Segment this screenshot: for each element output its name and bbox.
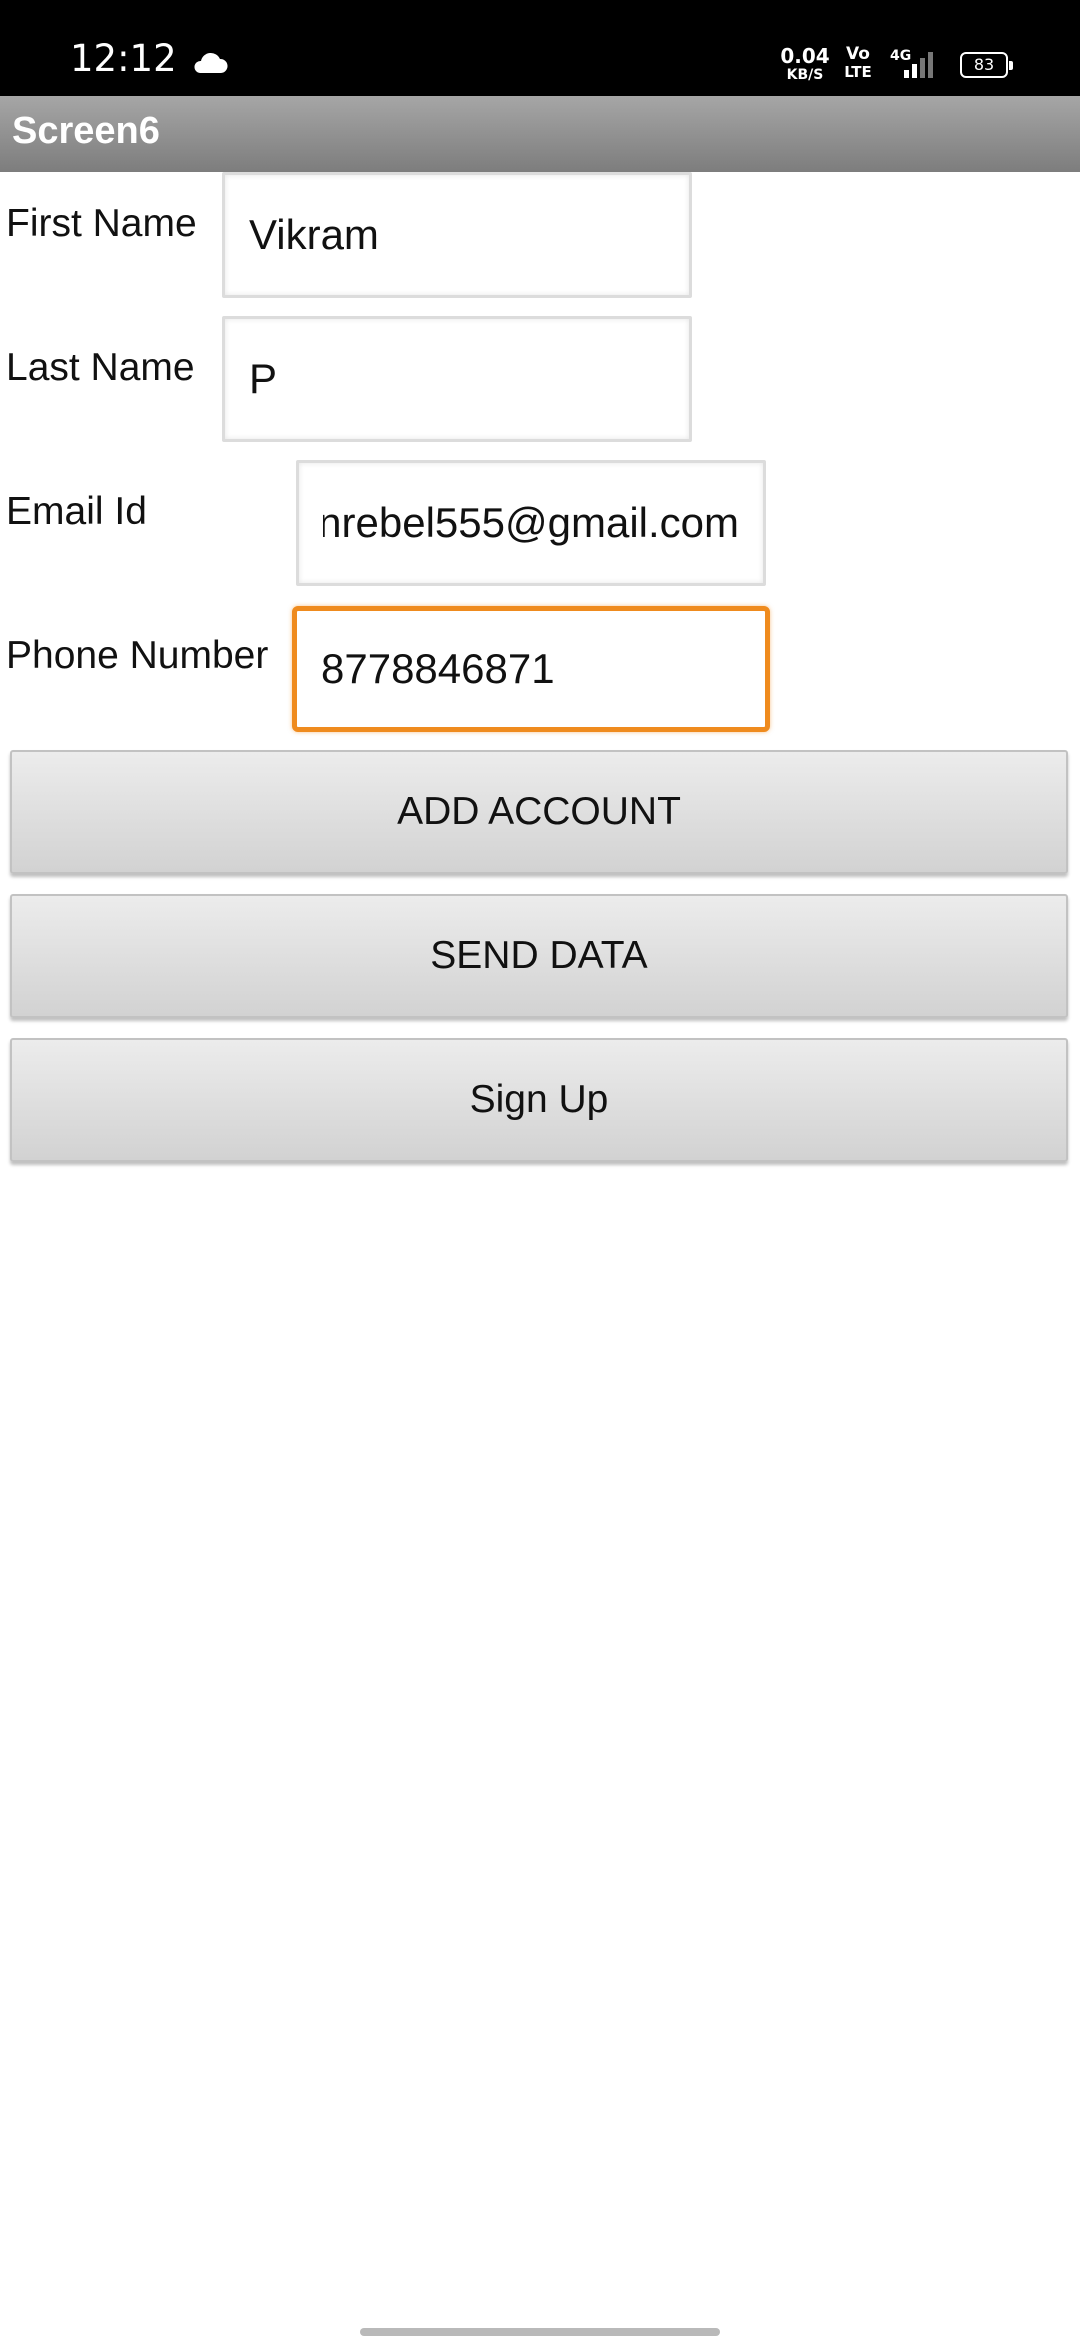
screen-root: 12:12 0.04 KB/S Vo LTE 4G 83 Screen6 Fir… — [0, 0, 1080, 2340]
phone-number-input[interactable] — [297, 611, 765, 727]
battery-icon: 83 — [960, 52, 1013, 78]
screen-title: Screen6 — [12, 110, 160, 152]
cloud-icon — [194, 52, 228, 73]
send-data-button[interactable]: SEND DATA — [10, 894, 1068, 1018]
first-name-input[interactable] — [225, 175, 689, 295]
phone-number-label: Phone Number — [6, 634, 269, 677]
network-speed-value: 0.04 — [780, 44, 830, 68]
app-title-bar: Screen6 — [0, 96, 1080, 172]
email-field[interactable] — [296, 460, 766, 586]
status-time: 12:12 — [70, 37, 177, 80]
add-account-button[interactable]: ADD ACCOUNT — [10, 750, 1068, 874]
home-indicator[interactable] — [360, 2328, 720, 2336]
volte-indicator: Vo LTE — [840, 46, 876, 80]
signal-icon — [904, 52, 933, 78]
email-input[interactable] — [299, 463, 763, 583]
first-name-field[interactable] — [222, 172, 692, 298]
network-speed-unit: KB/S — [786, 67, 824, 83]
last-name-input[interactable] — [225, 319, 689, 439]
first-name-label: First Name — [6, 202, 197, 245]
sign-up-button[interactable]: Sign Up — [10, 1038, 1068, 1162]
status-bar: 12:12 0.04 KB/S Vo LTE 4G 83 — [0, 0, 1080, 96]
last-name-field[interactable] — [222, 316, 692, 442]
volte-top: Vo — [846, 44, 870, 64]
last-name-label: Last Name — [6, 346, 195, 389]
volte-bottom: LTE — [844, 63, 872, 81]
phone-number-field[interactable] — [292, 606, 770, 732]
email-label: Email Id — [6, 490, 147, 533]
network-speed: 0.04 KB/S — [780, 46, 830, 82]
